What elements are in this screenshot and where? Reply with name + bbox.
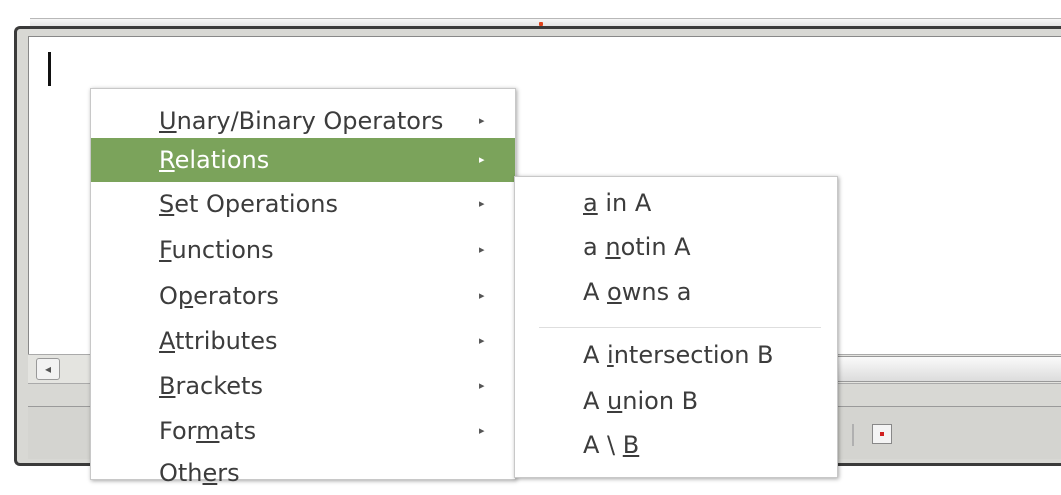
menu-item-label: Functions (159, 236, 274, 264)
submenu-item-label: A intersection B (583, 341, 774, 369)
submenu-item-union[interactable]: A union B (515, 379, 837, 423)
menu-item-label: Brackets (159, 372, 263, 400)
scrollbar-thumb[interactable] (812, 356, 1061, 382)
menu-item-label: Relations (159, 146, 270, 174)
submenu-item-owns[interactable]: A owns a (515, 270, 837, 314)
menu-item-label: Operators (159, 282, 279, 310)
title-bar (0, 0, 1061, 29)
menu-item-label: Attributes (159, 327, 278, 355)
relations-submenu: a in A a notin A A owns a A intersection… (514, 176, 838, 478)
menu-item-label: Unary/Binary Operators (159, 107, 444, 135)
document-modified-icon (872, 424, 892, 444)
submenu-item-intersection[interactable]: A intersection B (515, 333, 837, 377)
submenu-item-notin[interactable]: a notin A (515, 225, 837, 269)
menu-item-formats[interactable]: Formats ▸ (91, 409, 515, 453)
menu-item-unary-binary-operators[interactable]: Unary/Binary Operators ▸ (91, 99, 515, 143)
submenu-arrow-icon: ▸ (479, 379, 485, 392)
submenu-arrow-icon: ▸ (479, 289, 485, 302)
menu-item-label: Others (159, 459, 240, 487)
submenu-arrow-icon: ▸ (479, 243, 485, 256)
submenu-arrow-icon: ▸ (479, 197, 485, 210)
menu-item-attributes[interactable]: Attributes ▸ (91, 319, 515, 363)
context-menu: Unary/Binary Operators ▸ Relations ▸ Set… (90, 88, 516, 487)
text-caret (48, 52, 51, 86)
menu-item-brackets[interactable]: Brackets ▸ (91, 364, 515, 408)
menu-item-others[interactable]: Others (91, 451, 515, 495)
submenu-item-label: A \ B (583, 431, 640, 459)
menu-item-set-operations[interactable]: Set Operations ▸ (91, 182, 515, 226)
menu-item-relations[interactable]: Relations ▸ (91, 138, 515, 182)
submenu-item-in[interactable]: a in A (515, 181, 837, 225)
menu-item-label: Formats (159, 417, 257, 445)
submenu-arrow-icon: ▸ (479, 114, 485, 127)
submenu-arrow-icon: ▸ (479, 153, 485, 166)
submenu-arrow-icon: ▸ (479, 334, 485, 347)
submenu-item-label: A owns a (583, 278, 692, 306)
scroll-left-arrow-icon[interactable]: ◂ (36, 358, 60, 380)
submenu-separator (539, 327, 821, 328)
submenu-item-label: a in A (583, 189, 652, 217)
submenu-item-label: a notin A (583, 233, 691, 261)
submenu-arrow-icon: ▸ (479, 424, 485, 437)
menu-item-label: Set Operations (159, 190, 338, 218)
menu-item-operators[interactable]: Operators ▸ (91, 274, 515, 318)
status-separator (852, 424, 854, 446)
submenu-item-setminus[interactable]: A \ B (515, 423, 837, 467)
menu-item-functions[interactable]: Functions ▸ (91, 228, 515, 272)
submenu-item-label: A union B (583, 387, 699, 415)
